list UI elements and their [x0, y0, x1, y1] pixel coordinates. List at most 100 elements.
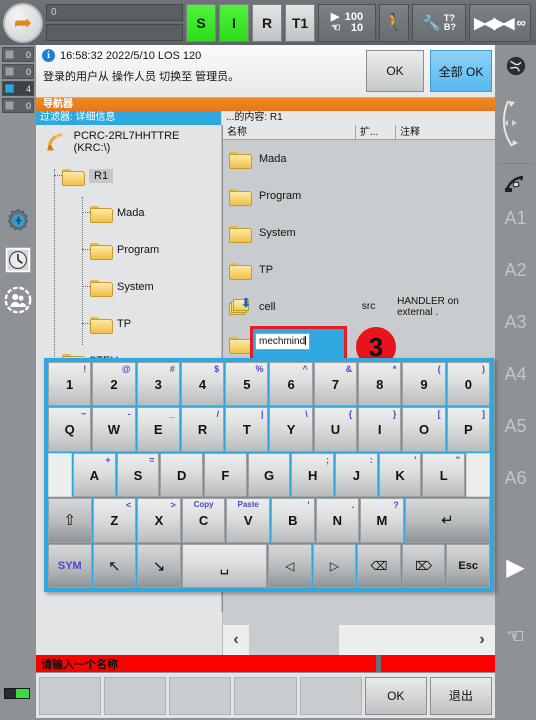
key-i[interactable]: } I — [358, 407, 402, 452]
key-4[interactable]: $4 — [180, 362, 225, 407]
override-button[interactable]: ▶ ☜ 100 10 — [318, 3, 376, 42]
key-d[interactable]: D — [160, 452, 204, 498]
tool-base-icon[interactable] — [495, 170, 536, 198]
axis-a2-button[interactable]: A2 — [495, 257, 536, 283]
column-header-name[interactable]: 名称 — [223, 125, 356, 139]
tool-base-button[interactable]: 🔧 T? B? — [412, 3, 466, 42]
notification-ok-button[interactable]: OK — [366, 50, 424, 92]
increment-button[interactable]: ▶◀▶◀ ∞ — [469, 3, 531, 42]
key-g[interactable]: G — [247, 452, 291, 498]
new-folder-row[interactable]: --- mechmind 3 — [223, 325, 495, 367]
submit-interpreter-button[interactable]: S — [186, 3, 216, 42]
tree-item-mada[interactable]: Mada — [36, 194, 221, 231]
world-coordinate-icon[interactable] — [495, 53, 536, 79]
softkey-5[interactable] — [299, 676, 362, 715]
key-e[interactable]: _ E — [136, 407, 180, 452]
robot-interpreter-button[interactable]: R — [252, 3, 282, 42]
walking-man-button[interactable]: 🚶 — [379, 3, 409, 42]
filter-label[interactable]: 过滤器: 详细信息 — [36, 111, 222, 125]
key-r[interactable]: / R — [180, 407, 225, 452]
axis-a4-button[interactable]: A4 — [495, 361, 536, 387]
tree-item-program[interactable]: Program — [36, 231, 221, 268]
file-list-row[interactable]: ⬇ cell src HANDLER on external . — [223, 288, 495, 325]
key-5[interactable]: % 5 — [225, 362, 269, 407]
key-h[interactable]: ; H — [291, 452, 335, 498]
key-b[interactable]: ' B — [270, 498, 315, 543]
key-x[interactable]: > X — [137, 498, 181, 543]
axis-a3-button[interactable]: A3 — [495, 309, 536, 335]
softkey-1[interactable] — [39, 676, 102, 715]
backspace-key[interactable]: ⌫ — [357, 543, 401, 589]
hand-jog-icon[interactable]: ☜ — [495, 621, 536, 651]
enter-key[interactable]: ↵ — [404, 498, 490, 543]
scroll-left-arrow-icon[interactable]: ‹ — [223, 631, 249, 649]
key-p[interactable]: ] P — [446, 407, 490, 452]
key-a[interactable]: + A — [73, 452, 116, 498]
key-9[interactable]: (9 — [402, 362, 446, 407]
message-counter-row[interactable]: 0 — [2, 98, 34, 113]
home-key[interactable]: ↖ — [92, 543, 137, 589]
key-0[interactable]: ) 0 — [446, 362, 490, 407]
key-2[interactable]: @2 — [92, 362, 136, 407]
scroll-right-arrow-icon[interactable]: › — [469, 631, 495, 649]
axis-a5-button[interactable]: A5 — [495, 413, 536, 439]
key-8[interactable]: * 8 — [358, 362, 402, 407]
message-counters[interactable]: 0 0 4 0 — [0, 45, 36, 113]
softkey-ok[interactable]: OK — [364, 676, 427, 715]
key-3[interactable]: #3 — [136, 362, 180, 407]
jog-direction-icon[interactable] — [495, 93, 536, 153]
key-q[interactable]: ~ Q — [48, 407, 92, 452]
escape-key[interactable]: Esc — [446, 543, 490, 589]
key-f[interactable]: F — [204, 452, 247, 498]
drives-status-button[interactable]: I — [219, 3, 249, 42]
tree-root-item[interactable]: PCRC-2RL7HHTTRE (KRC:\) — [36, 125, 221, 157]
main-menu-button[interactable]: ➦ — [3, 2, 43, 43]
tree-item-r1[interactable]: R1 — [36, 157, 221, 194]
key-6[interactable]: ^ 6 — [269, 362, 313, 407]
delete-key[interactable]: ⌦ — [401, 543, 446, 589]
key-u[interactable]: {U — [313, 407, 358, 452]
tree-item-tp[interactable]: TP — [36, 305, 221, 342]
softkey-4[interactable] — [234, 676, 297, 715]
settings-gear-icon[interactable] — [3, 205, 33, 235]
clock-icon[interactable] — [3, 245, 33, 275]
axis-a6-button[interactable]: A6 — [495, 465, 536, 491]
message-counter-row[interactable]: 0 — [2, 47, 34, 62]
key-t[interactable]: | T — [225, 407, 269, 452]
message-counter-row[interactable]: 0 — [2, 64, 34, 79]
key-o[interactable]: [O — [402, 407, 446, 452]
column-header-comment[interactable]: 注释 — [396, 125, 495, 139]
key-j[interactable]: :J — [335, 452, 378, 498]
softkey-2[interactable] — [104, 676, 167, 715]
key-m[interactable]: ? M — [360, 498, 404, 543]
key-v[interactable]: Paste V — [226, 498, 270, 543]
key-y[interactable]: \ Y — [269, 407, 313, 452]
key-c[interactable]: Copy C — [181, 498, 226, 543]
file-list-row[interactable]: TP — [223, 251, 495, 288]
axis-a1-button[interactable]: A1 — [495, 205, 536, 231]
file-list-row[interactable]: Program — [223, 177, 495, 214]
key-k[interactable]: ' K — [378, 452, 422, 498]
key-n[interactable]: .N — [315, 498, 360, 543]
symbol-key[interactable]: SYM — [48, 543, 92, 589]
horizontal-scrollbar[interactable]: ‹ › — [223, 612, 495, 655]
user-group-icon[interactable] — [3, 285, 33, 315]
virtual-keyboard[interactable]: ! 1 @2 #3 $4 % 5 ^ 6 & 7 * 8 (9 ) 0 ~ Q -W _ E /… — [44, 358, 494, 592]
operating-mode-button[interactable]: T1 — [285, 3, 315, 42]
shift-key[interactable]: ⇧ — [48, 498, 92, 543]
file-list-row[interactable]: Mada — [223, 140, 495, 177]
key-l[interactable]: " L — [422, 452, 466, 498]
column-header-extension[interactable]: 扩... — [356, 125, 396, 139]
play-icon[interactable]: ▶ — [495, 553, 536, 583]
arrow-right-key[interactable]: ▷ — [312, 543, 357, 589]
space-key[interactable]: ␣ — [181, 543, 267, 589]
key-z[interactable]: < Z — [92, 498, 137, 543]
notification-bar[interactable]: i 16:58:32 2022/5/10 LOS 120 登录的用户从 操作人员… — [36, 45, 495, 98]
file-list-row[interactable]: System — [223, 214, 495, 251]
new-folder-name-input[interactable]: mechmind — [255, 333, 311, 350]
softkey-exit[interactable]: 退出 — [429, 676, 492, 715]
scrollbar-thumb[interactable] — [249, 625, 339, 655]
key-7[interactable]: & 7 — [313, 362, 358, 407]
key-w[interactable]: -W — [92, 407, 136, 452]
softkey-3[interactable] — [169, 676, 232, 715]
